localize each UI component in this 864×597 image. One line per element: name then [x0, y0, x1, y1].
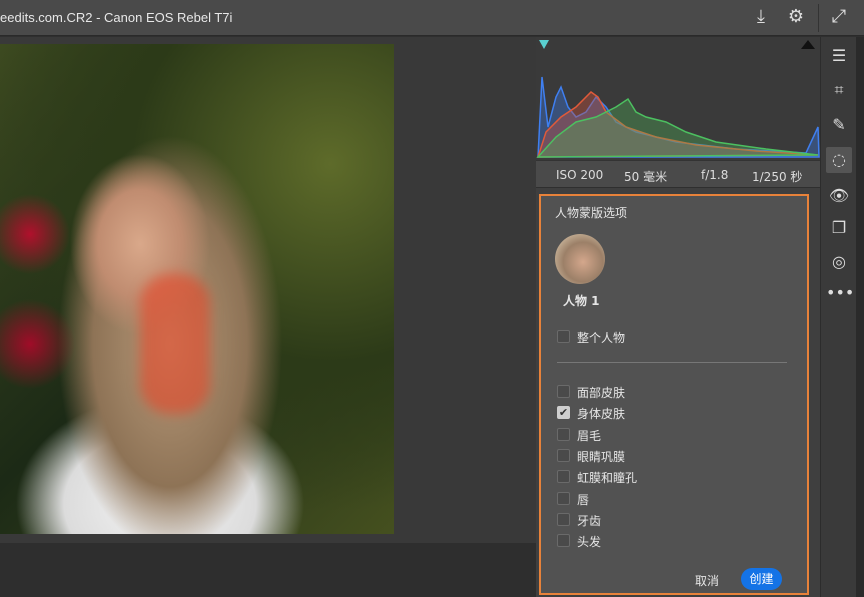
- crop-icon[interactable]: ⌗: [826, 77, 852, 103]
- create-button[interactable]: 创建: [741, 568, 782, 590]
- mask-option-checkbox[interactable]: [557, 470, 570, 484]
- person-thumbnail[interactable]: [555, 234, 605, 284]
- snapshots-icon[interactable]: ◎: [826, 249, 852, 275]
- highlight-clip-icon: [801, 40, 815, 49]
- divider: [557, 362, 787, 363]
- aperture: f/1.8: [701, 168, 729, 182]
- mask-option-label: 眼睛巩膜: [577, 449, 626, 464]
- more-icon[interactable]: •••: [826, 280, 854, 306]
- tool-strip: ☰ ⌗ ✎ ◌ 👁 ❐ ◎ •••: [820, 37, 856, 597]
- mask-option-checkbox[interactable]: [557, 427, 570, 441]
- focal-length: 50 毫米: [624, 170, 668, 184]
- document-title: eedits.com.CR2 - Canon EOS Rebel T7i: [0, 10, 233, 25]
- whole-person-checkbox[interactable]: [557, 330, 570, 343]
- shadow-clip-icon: [539, 40, 549, 49]
- histogram: [536, 37, 820, 160]
- mask-option-checkbox[interactable]: [557, 512, 570, 526]
- mask-option-checkbox[interactable]: [557, 534, 570, 548]
- mask-overlay: [140, 274, 210, 414]
- iso-value: ISO 200: [556, 168, 604, 182]
- mask-option-label: 牙齿: [577, 513, 602, 528]
- red-eye-icon[interactable]: 👁: [826, 183, 852, 209]
- edit-sliders-icon[interactable]: ☰: [826, 43, 852, 69]
- healing-icon[interactable]: ✎: [826, 112, 852, 138]
- histogram-graph: [536, 40, 820, 158]
- panel-edge: [856, 37, 864, 597]
- photo-preview: [0, 44, 394, 534]
- presets-icon[interactable]: ❐: [826, 215, 852, 241]
- whole-person-label: 整个人物: [577, 331, 626, 345]
- flower: [0, 174, 80, 404]
- mask-option-checkbox[interactable]: ✔: [557, 406, 570, 420]
- mask-option-label: 头发: [577, 535, 602, 550]
- mask-option-label: 面部皮肤: [577, 386, 626, 400]
- mask-option-label: 唇: [577, 492, 590, 507]
- mask-option-checkbox[interactable]: [557, 448, 570, 462]
- mask-option-label: 虹膜和瞳孔: [577, 471, 638, 486]
- panel-title: 人物蒙版选项: [555, 206, 628, 220]
- shutter-speed: 1/250 秒: [752, 170, 803, 184]
- exif-bar: ISO 200 50 毫米 f/1.8 1/250 秒: [536, 160, 820, 188]
- mask-option-checkbox[interactable]: [557, 385, 570, 398]
- people-mask-options-panel: 人物蒙版选项 人物 1 整个人物 面部皮肤 ✔ 身体皮肤眉毛眼睛巩膜虹膜和瞳孔唇牙齿…: [539, 194, 809, 595]
- settings-icon[interactable]: ⚙: [785, 6, 807, 28]
- mask-option-label: 眉毛: [577, 428, 602, 443]
- top-bar: eedits.com.CR2 - Canon EOS Rebel T7i ⤓ ⚙…: [0, 0, 864, 36]
- cancel-button[interactable]: 取消: [695, 572, 719, 589]
- export-icon[interactable]: ⤓: [750, 6, 772, 28]
- person-label: 人物 1: [563, 294, 600, 308]
- mask-option-label: 身体皮肤: [577, 407, 626, 422]
- right-panel: ISO 200 50 毫米 f/1.8 1/250 秒 人物蒙版选项 人物 1 …: [536, 37, 820, 597]
- expand-icon[interactable]: ⤢: [828, 6, 850, 28]
- masking-icon[interactable]: ◌: [826, 147, 852, 173]
- mask-option-checkbox[interactable]: [557, 491, 570, 505]
- filmstrip-area: [0, 543, 536, 597]
- image-canvas[interactable]: [0, 37, 536, 543]
